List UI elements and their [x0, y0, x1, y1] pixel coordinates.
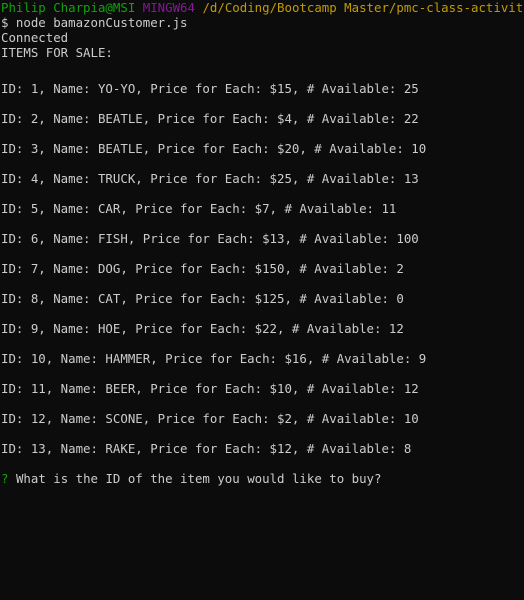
items-heading: ITEMS FOR SALE:	[1, 45, 113, 60]
prompt-user: Philip Charpia@MSI	[1, 0, 136, 15]
question-text: What is the ID of the item you would lik…	[15, 471, 382, 486]
item-line: ID: 1, Name: YO-YO, Price for Each: $15,…	[1, 81, 419, 96]
item-line: ID: 4, Name: TRUCK, Price for Each: $25,…	[1, 171, 419, 186]
prompt-header: Philip Charpia@MSI MINGW64 /d/Coding/Boo…	[1, 0, 524, 15]
item-line: ID: 11, Name: BEER, Price for Each: $10,…	[1, 381, 419, 396]
terminal-window[interactable]: Philip Charpia@MSI MINGW64 /d/Coding/Boo…	[0, 0, 524, 600]
prompt-path: /d/Coding/Bootcamp Master/pmc-class-acti…	[202, 0, 524, 15]
purchase-prompt[interactable]: ? What is the ID of the item you would l…	[1, 471, 381, 486]
item-line: ID: 7, Name: DOG, Price for Each: $150, …	[1, 261, 404, 276]
item-line: ID: 13, Name: RAKE, Price for Each: $12,…	[1, 441, 412, 456]
item-line: ID: 10, Name: HAMMER, Price for Each: $1…	[1, 351, 427, 366]
item-line: ID: 5, Name: CAR, Price for Each: $7, # …	[1, 201, 397, 216]
item-line: ID: 6, Name: FISH, Price for Each: $13, …	[1, 231, 419, 246]
item-line: ID: 2, Name: BEATLE, Price for Each: $4,…	[1, 111, 419, 126]
item-line: ID: 12, Name: SCONE, Price for Each: $2,…	[1, 411, 419, 426]
question-marker: ?	[1, 471, 9, 486]
item-line: ID: 8, Name: CAT, Price for Each: $125, …	[1, 291, 404, 306]
prompt-env: MINGW64	[142, 0, 195, 15]
item-line: ID: 3, Name: BEATLE, Price for Each: $20…	[1, 141, 427, 156]
item-line: ID: 9, Name: HOE, Price for Each: $22, #…	[1, 321, 404, 336]
connection-status: Connected	[1, 30, 69, 45]
command-line: $ node bamazonCustomer.js	[1, 15, 188, 30]
